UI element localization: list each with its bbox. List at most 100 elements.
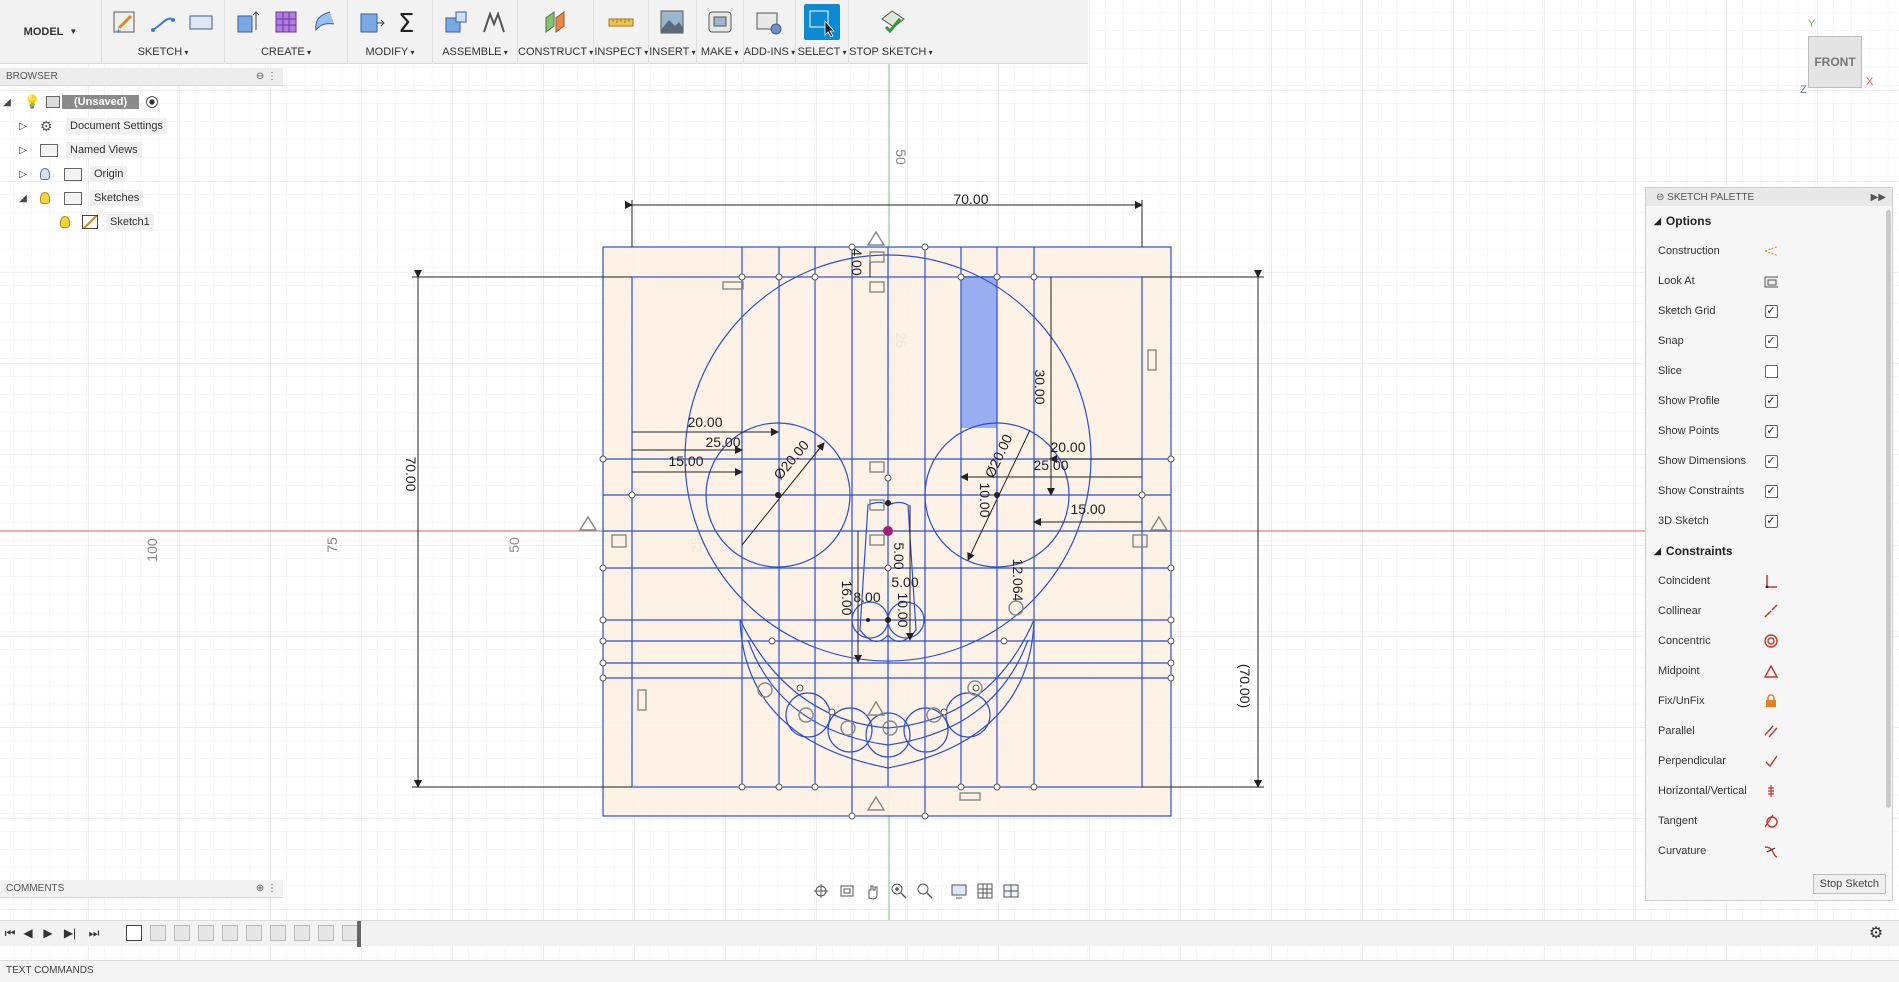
- dim-right-25[interactable]: 25.00: [1033, 457, 1068, 473]
- measure-icon[interactable]: [606, 7, 636, 37]
- constraint-parallel[interactable]: Parallel: [1646, 716, 1892, 746]
- show-points-checkbox[interactable]: ✓: [1764, 424, 1778, 438]
- 3d-print-icon[interactable]: [705, 7, 735, 37]
- go-to-end-icon[interactable]: ⏭: [86, 925, 102, 941]
- inspect-menu[interactable]: INSPECT: [594, 44, 648, 64]
- insert-image-icon[interactable]: [657, 7, 687, 37]
- timeline-feature[interactable]: [318, 925, 334, 941]
- line-icon[interactable]: [148, 7, 178, 37]
- collapsed-triangle-icon[interactable]: ▷: [16, 143, 30, 157]
- option-construction[interactable]: Construction: [1646, 236, 1892, 266]
- timeline-sketch-feature[interactable]: [126, 925, 142, 941]
- timeline-feature[interactable]: [222, 925, 238, 941]
- timeline-feature[interactable]: [150, 925, 166, 941]
- options-section-header[interactable]: ◢ Options: [1646, 206, 1892, 236]
- go-to-start-icon[interactable]: ⏮: [2, 925, 18, 941]
- play-icon[interactable]: ▶: [40, 925, 56, 941]
- collapse-icon[interactable]: ⊖: [1656, 192, 1667, 203]
- timeline-feature[interactable]: [174, 925, 190, 941]
- palette-scrollbar[interactable]: [1886, 210, 1891, 808]
- show-profile-checkbox[interactable]: ✓: [1764, 394, 1778, 408]
- comments-header[interactable]: COMMENTS ⊕ ⋮: [0, 880, 283, 898]
- curvature-icon[interactable]: [1764, 844, 1778, 858]
- collapse-icon[interactable]: ⊖ ⋮: [256, 71, 277, 82]
- browser-item-document-settings[interactable]: ▷ ⚙ Document Settings: [0, 114, 283, 138]
- collinear-icon[interactable]: [1764, 604, 1778, 618]
- zoom-icon[interactable]: [890, 882, 908, 900]
- view-cube[interactable]: FRONT: [1808, 36, 1862, 88]
- dim-nose-10[interactable]: 10.00: [895, 592, 911, 627]
- palette-header[interactable]: ⊖ SKETCH PALETTE ▶▶: [1646, 188, 1892, 206]
- create-menu[interactable]: CREATE: [261, 44, 311, 64]
- dim-right-30[interactable]: 30.00: [1032, 369, 1048, 404]
- grid-settings-icon[interactable]: [976, 882, 994, 900]
- expanded-triangle-icon[interactable]: ◢: [0, 95, 14, 109]
- select-icon[interactable]: [804, 4, 841, 40]
- option-3d-sketch[interactable]: 3D Sketch ✓: [1646, 506, 1892, 536]
- perpendicular-icon[interactable]: [1764, 754, 1778, 768]
- caret-down-icon[interactable]: ◢: [1654, 546, 1661, 557]
- parallel-icon[interactable]: [1764, 724, 1778, 738]
- browser-item-sketches[interactable]: ◢ Sketches: [0, 186, 283, 210]
- collapsed-triangle-icon[interactable]: ▷: [16, 167, 30, 181]
- view-cube-face[interactable]: FRONT: [1814, 55, 1855, 69]
- lightbulb-icon[interactable]: [40, 192, 50, 204]
- dim-left-15[interactable]: 15.00: [668, 453, 703, 469]
- pattern-icon[interactable]: [271, 7, 301, 37]
- show-dimensions-checkbox[interactable]: ✓: [1764, 454, 1778, 468]
- insert-menu[interactable]: INSERT: [649, 44, 695, 64]
- revolve-icon[interactable]: [309, 7, 339, 37]
- browser-item-sketch1[interactable]: Sketch1: [0, 210, 283, 234]
- lock-icon[interactable]: [1764, 694, 1778, 708]
- create-sketch-icon[interactable]: +: [110, 7, 140, 37]
- assemble-menu[interactable]: ASSEMBLE: [442, 44, 508, 64]
- dim-left-25[interactable]: 25.00: [705, 434, 740, 450]
- construction-icon[interactable]: [1764, 244, 1778, 258]
- dim-nose-5b[interactable]: 5.00: [891, 574, 918, 590]
- dim-right-20[interactable]: 20.00: [1050, 439, 1085, 455]
- constraint-midpoint[interactable]: Midpoint: [1646, 656, 1892, 686]
- browser-item-named-views[interactable]: ▷ Named Views: [0, 138, 283, 162]
- dim-right-10[interactable]: 10.00: [977, 482, 993, 517]
- 3d-sketch-checkbox[interactable]: ✓: [1764, 514, 1778, 528]
- dim-height-right[interactable]: (70.00): [1237, 664, 1253, 708]
- select-menu[interactable]: SELECT: [798, 44, 847, 64]
- dim-right-15[interactable]: 15.00: [1070, 501, 1105, 517]
- constraint-fix-unfix[interactable]: Fix/UnFix: [1646, 686, 1892, 716]
- timeline-marker[interactable]: [357, 921, 361, 947]
- dim-nose-8[interactable]: 8.00: [853, 589, 880, 605]
- dim-nose-5a[interactable]: 5.00: [891, 542, 907, 569]
- joint-icon[interactable]: [479, 7, 509, 37]
- document-name[interactable]: (Unsaved): [62, 95, 140, 109]
- text-commands-bar[interactable]: TEXT COMMANDS: [0, 960, 1899, 982]
- option-sketch-grid[interactable]: Sketch Grid ✓: [1646, 296, 1892, 326]
- dim-height-left[interactable]: 70.00: [403, 456, 419, 491]
- lightbulb-icon[interactable]: [60, 216, 70, 228]
- collapsed-triangle-icon[interactable]: ▷: [16, 119, 30, 133]
- viewports-icon[interactable]: [1002, 882, 1020, 900]
- new-component-icon[interactable]: [441, 7, 471, 37]
- pan-icon[interactable]: [864, 882, 882, 900]
- modify-menu[interactable]: MODIFY: [365, 44, 414, 64]
- look-at-icon[interactable]: [838, 882, 856, 900]
- timeline-feature[interactable]: [294, 925, 310, 941]
- option-look-at[interactable]: Look At: [1646, 266, 1892, 296]
- look-at-icon[interactable]: [1764, 274, 1778, 288]
- timeline-feature[interactable]: [342, 925, 358, 941]
- stop-sketch-button[interactable]: Stop Sketch: [1812, 874, 1886, 894]
- step-back-icon[interactable]: ◀: [20, 925, 36, 941]
- show-constraints-checkbox[interactable]: ✓: [1764, 484, 1778, 498]
- sketch-canvas[interactable]: 100 75 50 25 50 25: [0, 0, 1899, 982]
- caret-down-icon[interactable]: ◢: [1654, 216, 1661, 227]
- expand-arrow-icon[interactable]: ▶▶: [1871, 192, 1886, 203]
- press-pull-icon[interactable]: [356, 7, 386, 37]
- option-show-profile[interactable]: Show Profile ✓: [1646, 386, 1892, 416]
- timeline-feature[interactable]: [246, 925, 262, 941]
- gear-icon[interactable]: ⚙: [1868, 925, 1884, 942]
- timeline-feature[interactable]: [198, 925, 214, 941]
- activate-radio-icon[interactable]: [146, 96, 158, 108]
- coincident-icon[interactable]: [1764, 574, 1778, 588]
- dim-right-12[interactable]: 12.064: [1010, 559, 1026, 602]
- lightbulb-off-icon[interactable]: [40, 168, 50, 180]
- snap-checkbox[interactable]: ✓: [1764, 334, 1778, 348]
